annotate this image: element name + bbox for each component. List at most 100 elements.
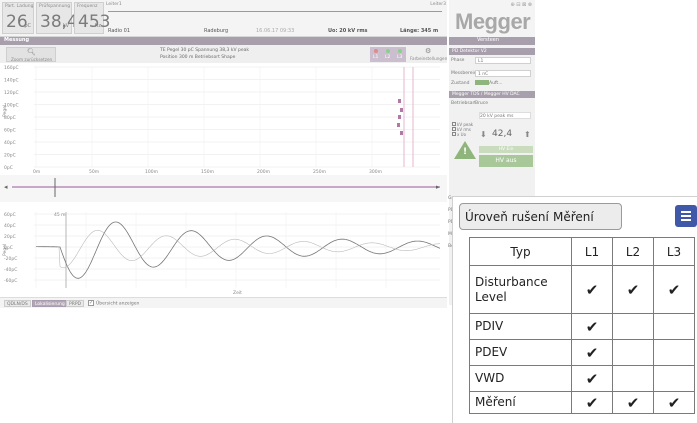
marker-label: 45 m	[54, 212, 66, 218]
status-indicator-icon	[475, 80, 489, 85]
table-row[interactable]: PDEV ✔	[469, 339, 695, 366]
arrow-down-icon[interactable]: ⬇	[480, 130, 487, 139]
plot-toolbar: 🔍︎ Zoom zurücksetzen TE Pegel 30 pC Span…	[0, 45, 447, 63]
zoom-reset-label: Zoom zurücksetzen	[11, 57, 53, 62]
y-tick-label: 160pC	[4, 65, 19, 71]
hv-off-button[interactable]: HV aus	[479, 155, 533, 167]
range-row[interactable]: Messbereich 1 nC	[451, 70, 533, 77]
qdln-button[interactable]: QDLN/DS	[4, 300, 31, 307]
kpi-unit: pC	[24, 23, 31, 29]
right-section-bar: Versteen	[449, 37, 535, 45]
popup-tab-group[interactable]: Úroveň rušení Měření	[459, 203, 622, 230]
logo-area: ⊕ ⊟ ⊠ ⊗ Megger	[449, 0, 535, 37]
phase-l3-label[interactable]: L3	[397, 55, 402, 60]
check-l1-icon: ✔	[571, 339, 613, 366]
pd-event-mark	[398, 115, 401, 119]
tab-measurement[interactable]: Měření	[553, 210, 594, 224]
list-view-button[interactable]	[675, 205, 697, 227]
mode-select[interactable]: Bruce	[475, 100, 531, 107]
check-l3-icon	[653, 313, 695, 340]
table-row[interactable]: PDIV ✔	[469, 313, 695, 340]
phase-row[interactable]: Phase L1	[451, 57, 533, 64]
kpi-label: Prüfspannung	[39, 4, 71, 9]
checkbox-icon[interactable]: ✓	[88, 300, 94, 306]
cable-label-right: Leiter3	[430, 2, 446, 7]
svg-text:◂: ◂	[4, 183, 8, 191]
cable-overview: Leiter1 Leiter3 Radio 01 Radeburg 16.06.…	[106, 2, 446, 34]
y-axis-title: Pegel	[2, 244, 8, 256]
check-l2-icon	[612, 365, 654, 392]
prpd-button[interactable]: PRPD	[66, 300, 85, 307]
y-tick-label: 40pC	[4, 223, 16, 229]
window-controls[interactable]: ⊕ ⊟ ⊠ ⊗	[510, 2, 532, 8]
table-row[interactable]: Měření ✔ ✔ ✔	[469, 391, 695, 414]
pd-detector-header: PD Detektor V2	[449, 48, 535, 55]
settings-icon: ⚙	[425, 47, 432, 55]
hv-value: 42,4	[492, 129, 513, 139]
check-l1-icon: ✔	[571, 365, 613, 392]
cable-datetime: 16.06.17 09:33	[256, 28, 295, 34]
phase-l1-label[interactable]: L1	[373, 55, 378, 60]
list-icon	[681, 211, 691, 213]
phase-l3-dot-icon	[398, 49, 402, 53]
waveform-plot[interactable]: 60pC 40pC 20pC 0pC -20pC -40pC -60pC Pegel Zeit 4…	[0, 202, 447, 297]
phase-select-value: L1	[478, 59, 484, 64]
hv-on-state: HV Ein	[479, 146, 533, 153]
check-l1-icon: ✔	[571, 391, 613, 414]
kpi-label: Frequenz	[77, 4, 98, 9]
y-tick-label: 60pC	[4, 212, 16, 218]
check-l3-icon	[653, 339, 695, 366]
y-tick-label: 0pC	[4, 165, 13, 171]
phase-l1-dot-icon	[374, 49, 378, 53]
phase-toggle-group[interactable]: L1 L2 L3	[370, 47, 406, 62]
check-l2-icon: ✔	[612, 265, 654, 314]
range-select[interactable]: 1 nC	[475, 70, 531, 77]
phase-select[interactable]: L1	[475, 57, 531, 64]
info-line-1: TE Pegel 30 pC Spannung 38,3 kV peak	[160, 48, 249, 53]
check-l1-icon: ✔	[571, 265, 613, 314]
table-row[interactable]: Disturbance Level ✔ ✔ ✔	[469, 265, 695, 314]
radio-icon[interactable]	[452, 127, 456, 131]
popup-header: Úroveň rušení Měření	[453, 197, 697, 233]
localization-button[interactable]: Lokalisierung	[32, 300, 68, 307]
location-plot[interactable]: 160pC 140pC 120pC 100pC 80pC 60pC 40pC 20pC 0pC 0…	[0, 63, 447, 175]
cable-line	[108, 11, 442, 12]
row-type: Měření	[469, 391, 572, 414]
table-row[interactable]: VWD ✔	[469, 365, 695, 392]
arrow-up-icon[interactable]: ⬆	[524, 130, 531, 139]
tab-disturbance-level[interactable]: Úroveň rušení	[465, 210, 549, 224]
hv-setpoint[interactable]: 20 kV peak ms	[479, 112, 531, 119]
radio-icon[interactable]	[452, 132, 456, 136]
row-type: PDEV	[469, 339, 572, 366]
overview-checkbox[interactable]: ✓ Übersicht anzeigen	[88, 300, 139, 307]
mode-row[interactable]: Betriebsart Bruce	[451, 100, 533, 107]
unit-option-x-uo[interactable]: x Uo	[452, 132, 478, 137]
overview-checkbox-label: Übersicht anzeigen	[96, 301, 140, 307]
y-tick-label: 20pC	[4, 153, 16, 159]
pd-event-mark	[398, 99, 401, 103]
status-row: Zustand Auft...	[451, 80, 533, 87]
row-type: PDIV	[469, 313, 572, 340]
check-l2-icon: ✔	[612, 391, 654, 414]
waveform-plot-svg: 60pC40pC20pC0pC-20pC-40pC-60pCPegelZeit4…	[2, 212, 441, 296]
hv-section-header: Megger TDS / Megger HV DAC	[449, 91, 535, 98]
color-settings-button[interactable]: ⚙ Farbeinstellungen	[410, 47, 447, 62]
kpi-unit: Hz	[94, 23, 101, 29]
table-header-row: Typ L1 L2 L3	[469, 237, 695, 266]
y-axis-title: Pegel	[2, 105, 8, 117]
unit-options[interactable]: kV peak kV rms x Uo	[452, 110, 478, 137]
y-tick-label: -60pC	[4, 278, 17, 284]
cable-name-left: Radio 01	[108, 28, 131, 34]
svg-text:▸: ▸	[436, 183, 440, 191]
cable-length: Länge: 345 m	[400, 28, 439, 34]
zoom-reset-button[interactable]: 🔍︎ Zoom zurücksetzen	[6, 47, 56, 62]
pd-event-mark	[397, 123, 400, 127]
radio-icon[interactable]	[452, 122, 456, 126]
section-title: Messung	[4, 37, 30, 43]
overview-strip[interactable]: ◂ ▸	[0, 175, 447, 202]
kpi-frequency: Frequenz 453 Hz	[74, 2, 110, 34]
kpi-partial-charge: Part. Ladung 26 pC	[2, 2, 34, 34]
column-header-type: Typ	[469, 237, 572, 266]
phase-l2-label[interactable]: L2	[385, 55, 390, 60]
phase-row-label: Phase	[451, 58, 465, 63]
